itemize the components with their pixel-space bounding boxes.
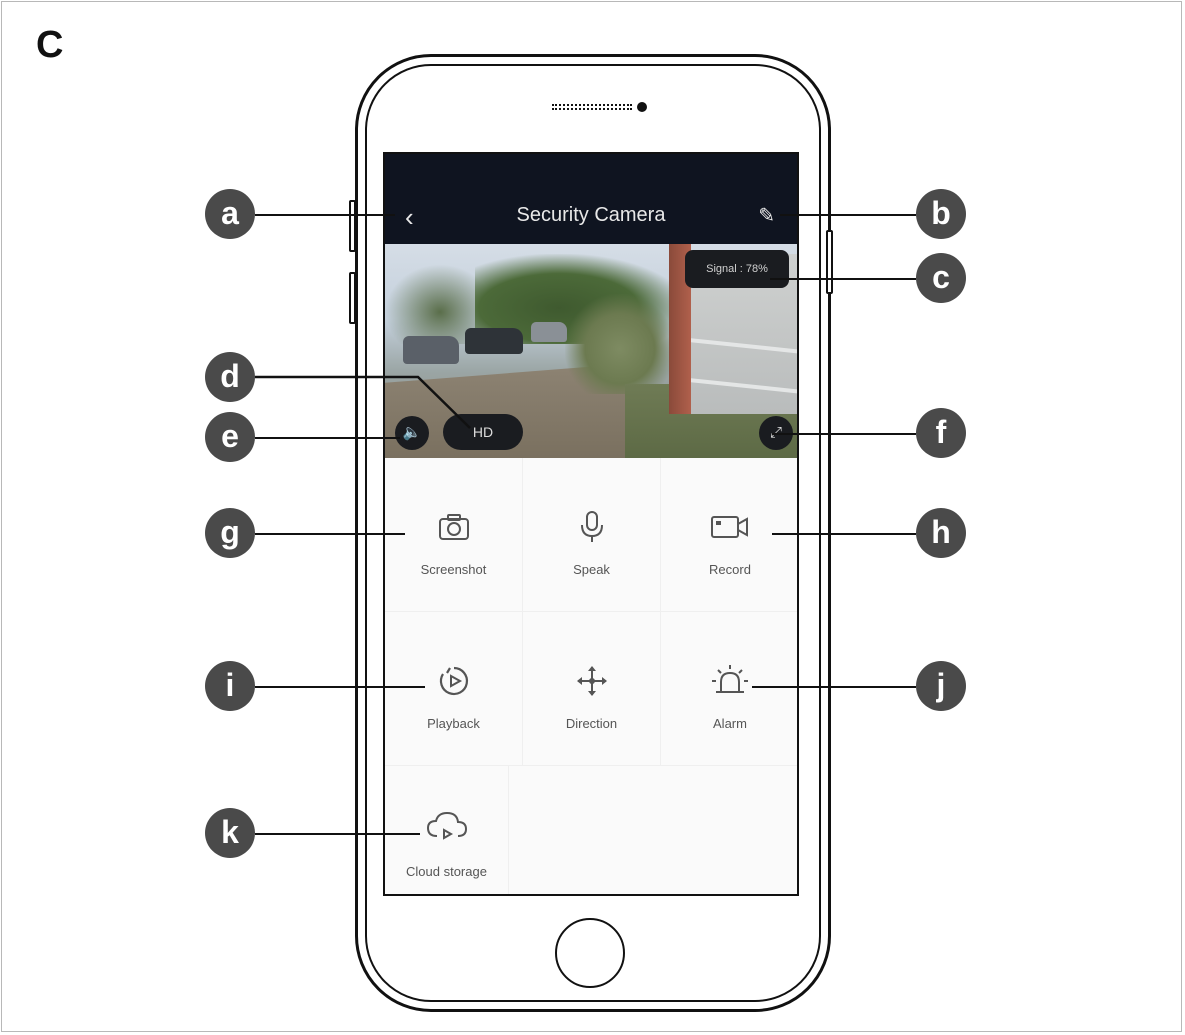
- callout-b: b: [916, 189, 966, 239]
- callout-g: g: [205, 508, 255, 558]
- callout-e: e: [205, 412, 255, 462]
- callout-h: h: [916, 508, 966, 558]
- callout-f: f: [916, 408, 966, 458]
- callout-c: c: [916, 253, 966, 303]
- callout-d: d: [205, 352, 255, 402]
- callout-a: a: [205, 189, 255, 239]
- callout-i: i: [205, 661, 255, 711]
- callout-k: k: [205, 808, 255, 858]
- callout-j: j: [916, 661, 966, 711]
- leader-line-d: [255, 375, 471, 429]
